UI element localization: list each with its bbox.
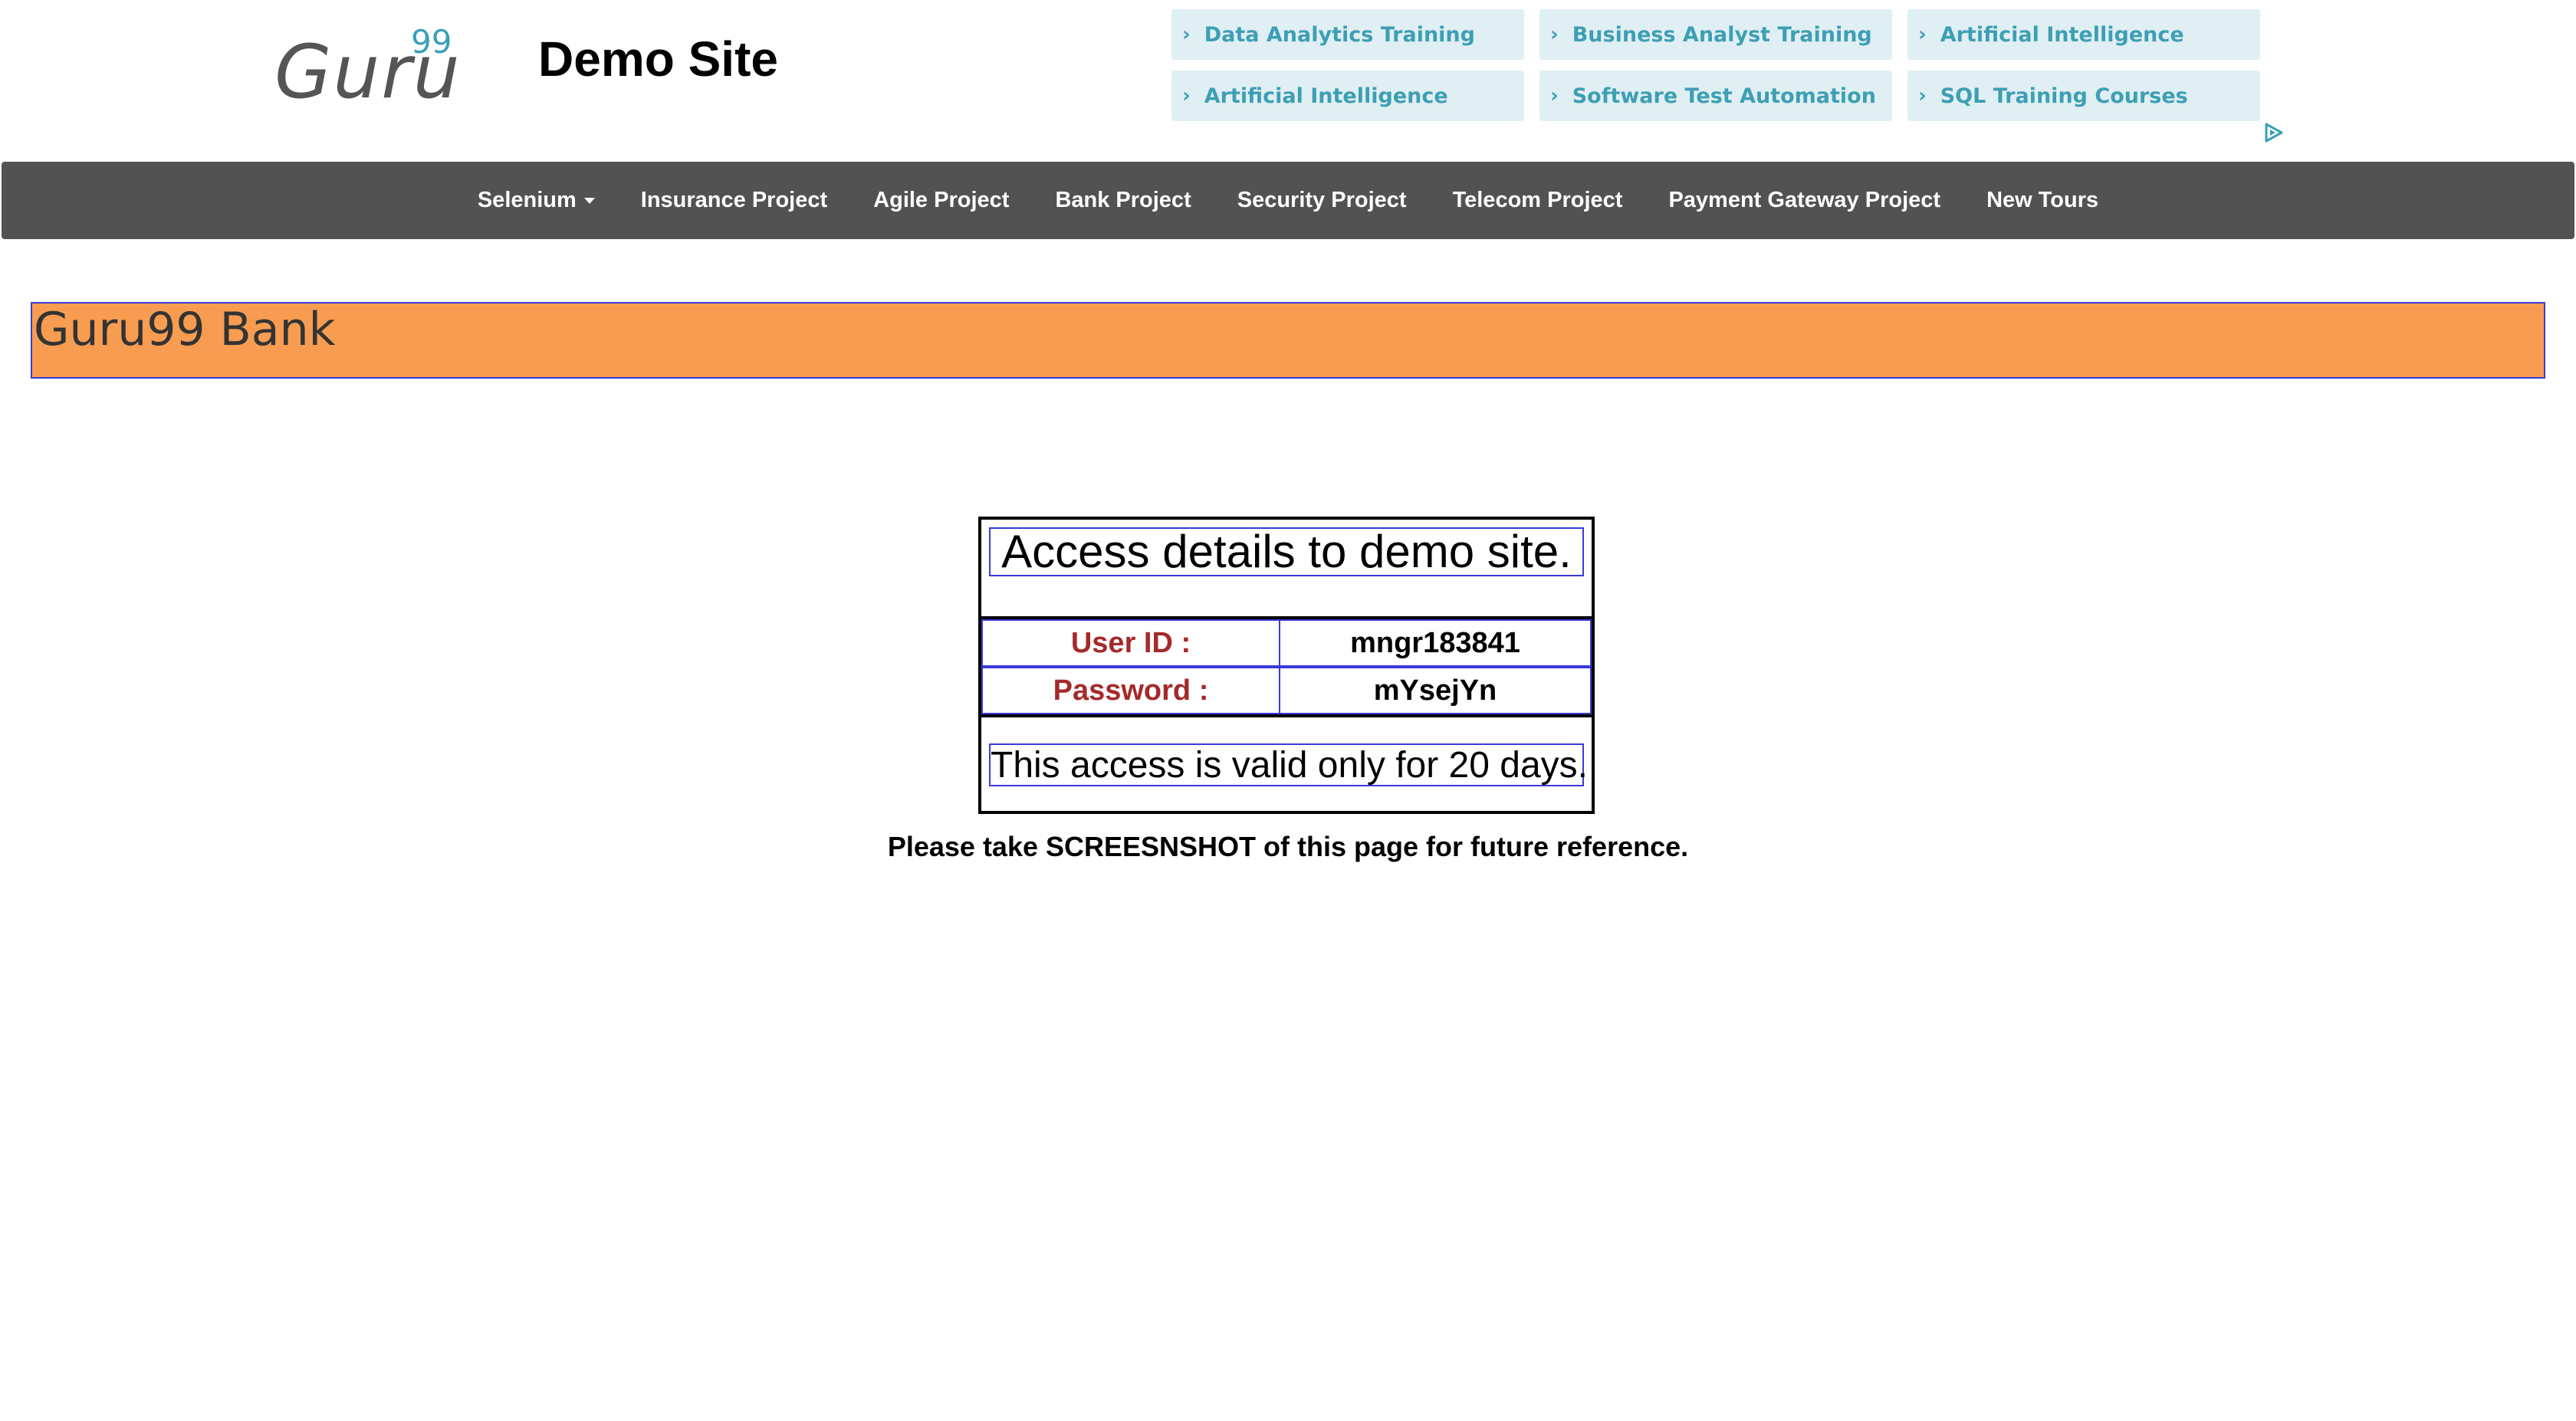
user-id-label: User ID :	[983, 621, 1280, 665]
user-id-row: User ID : mngr183841	[981, 619, 1592, 667]
ad-link-business-analyst-training[interactable]: › Business Analyst Training	[1539, 9, 1892, 60]
ad-link-artificial-intelligence[interactable]: › Artificial Intelligence	[1907, 9, 2260, 60]
password-row: Password : mYsejYn	[981, 667, 1592, 714]
logo-superscript: 99	[411, 23, 452, 61]
access-details-table: Access details to demo site. User ID : m…	[978, 517, 1595, 814]
nav-selenium[interactable]: Selenium	[478, 188, 595, 213]
bank-banner: Guru99 Bank	[31, 302, 2545, 379]
nav-insurance-project[interactable]: Insurance Project	[641, 188, 827, 213]
ad-link-label: Artificial Intelligence	[1204, 84, 1448, 108]
chevron-right-icon: ›	[1918, 23, 1927, 46]
main-navbar: Selenium Insurance Project Agile Project…	[2, 162, 2574, 239]
ad-link-label: Software Test Automation	[1572, 84, 1876, 108]
access-heading: Access details to demo site.	[989, 527, 1584, 576]
chevron-right-icon: ›	[1182, 84, 1191, 107]
ad-link-sql-training-courses[interactable]: › SQL Training Courses	[1907, 71, 2260, 121]
nav-selenium-label: Selenium	[477, 188, 577, 212]
adchoices-icon[interactable]	[2262, 121, 2285, 144]
screenshot-note: Please take SCREESNSHOT of this page for…	[887, 831, 1689, 862]
ad-link-label: Business Analyst Training	[1572, 22, 1872, 47]
ad-link-software-test-automation[interactable]: › Software Test Automation	[1539, 71, 1892, 121]
ad-link-artificial-intelligence-2[interactable]: › Artificial Intelligence	[1171, 71, 1524, 121]
page: Guru 99 Demo Site › Data Analytics Train…	[0, 0, 2576, 1421]
guru99-logo[interactable]: Guru 99	[274, 21, 460, 110]
nav-telecom-project[interactable]: Telecom Project	[1453, 188, 1623, 213]
table-divider	[981, 714, 1592, 717]
caret-down-icon	[583, 198, 595, 205]
ad-link-label: Data Analytics Training	[1204, 22, 1475, 47]
nav-security-project[interactable]: Security Project	[1237, 188, 1407, 213]
user-id-value: mngr183841	[1350, 626, 1520, 659]
chevron-right-icon: ›	[1182, 23, 1191, 46]
password-value: mYsejYn	[1373, 674, 1497, 707]
nav-agile-project[interactable]: Agile Project	[873, 188, 1009, 213]
site-title: Demo Site	[538, 31, 778, 87]
ad-link-label: SQL Training Courses	[1940, 84, 2188, 108]
validity-notice: This access is valid only for 20 days.	[989, 743, 1588, 786]
ad-links: › Data Analytics Training › Business Ana…	[1171, 9, 2263, 121]
ad-link-data-analytics-training[interactable]: › Data Analytics Training	[1171, 9, 1524, 60]
bank-title: Guru99 Bank	[34, 303, 336, 356]
ad-link-label: Artificial Intelligence	[1940, 22, 2184, 47]
nav-bank-project[interactable]: Bank Project	[1055, 188, 1191, 213]
chevron-right-icon: ›	[1918, 84, 1927, 107]
chevron-right-icon: ›	[1550, 23, 1559, 46]
nav-new-tours[interactable]: New Tours	[1986, 188, 2098, 213]
chevron-right-icon: ›	[1550, 84, 1559, 107]
password-label: Password :	[983, 668, 1280, 713]
nav-payment-gateway-project[interactable]: Payment Gateway Project	[1668, 188, 1940, 213]
